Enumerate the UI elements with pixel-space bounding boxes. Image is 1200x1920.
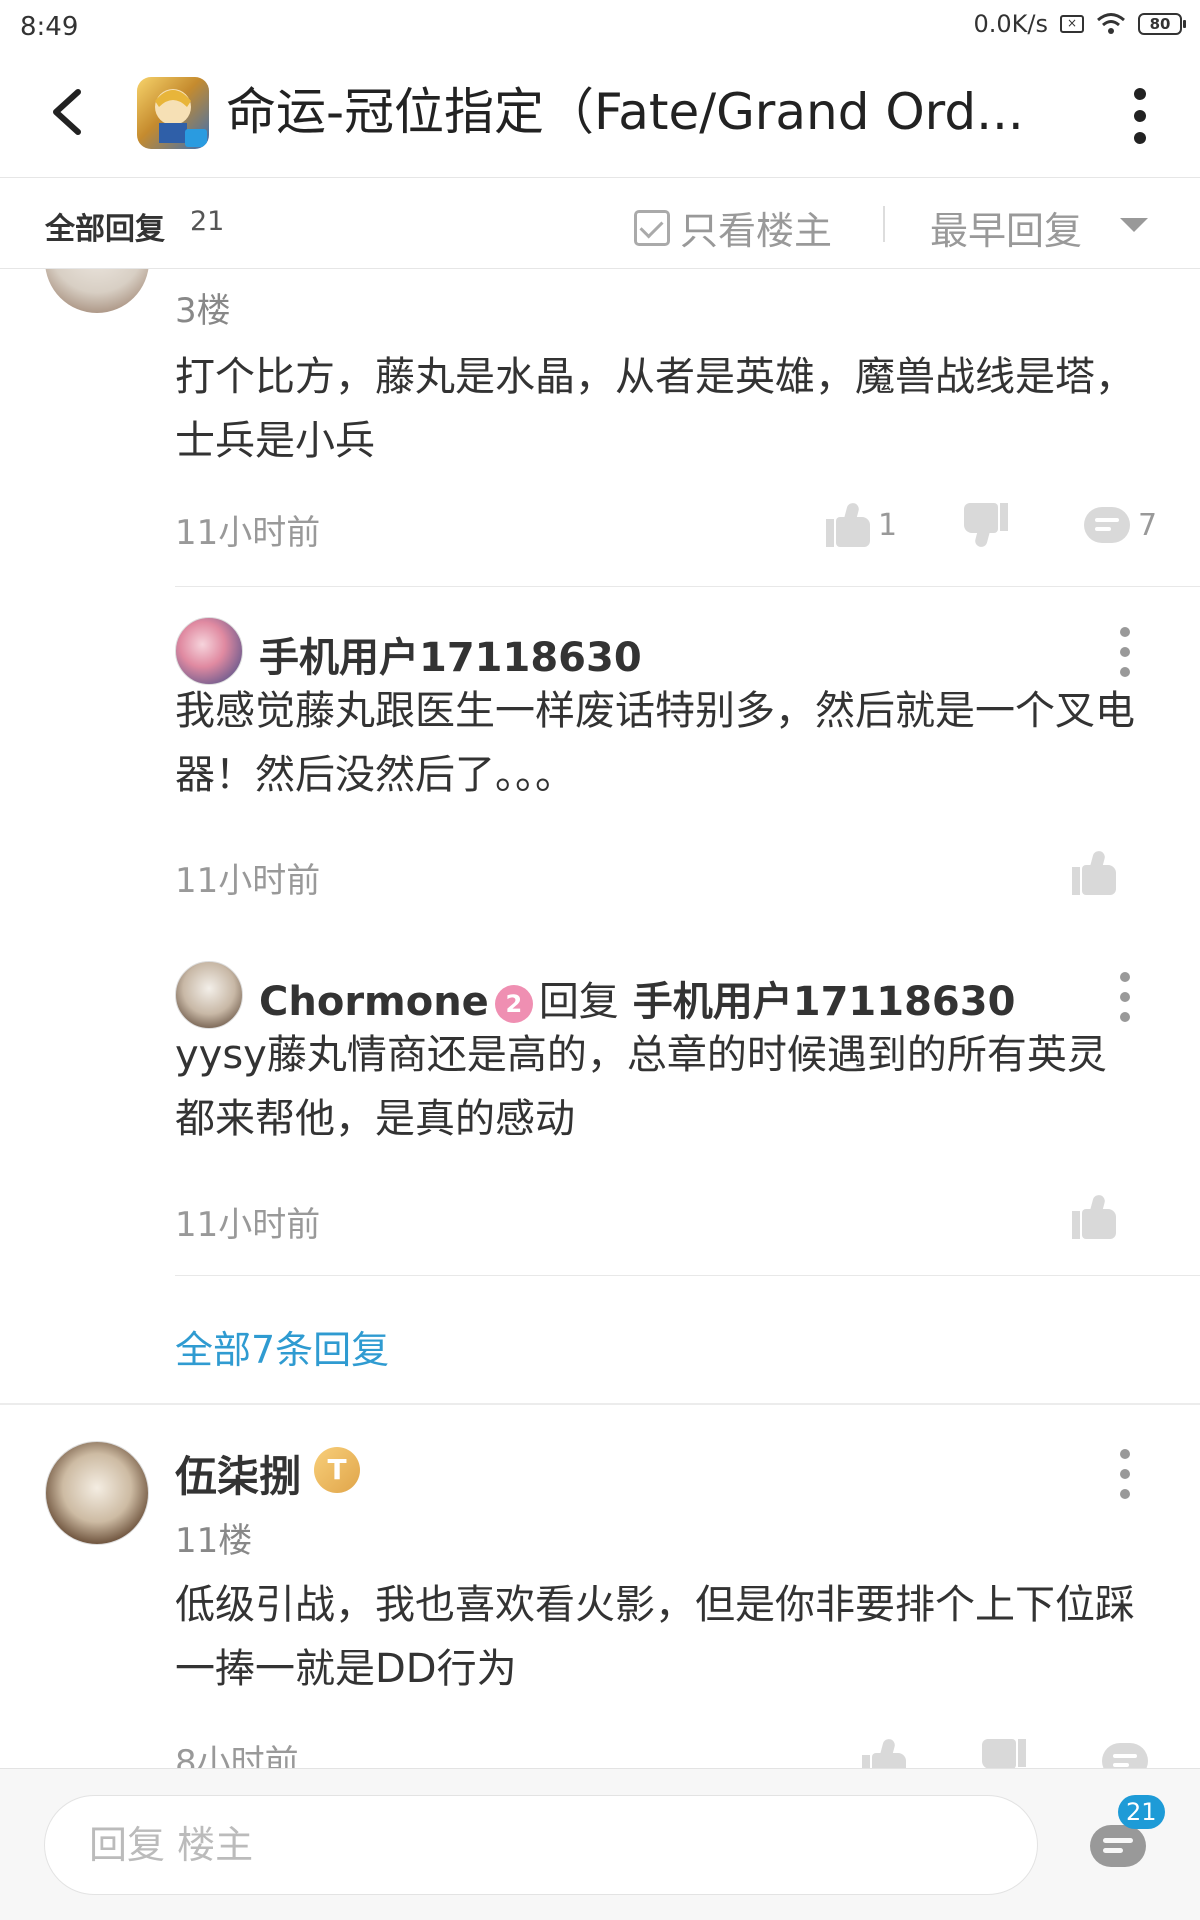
bottom-bar: 回复 楼主 21 (0, 1768, 1200, 1920)
floor-number: 3楼 (175, 291, 231, 331)
net-speed: 0.0K/s (973, 10, 1049, 38)
chevron-down-icon[interactable] (1120, 218, 1148, 232)
more-vertical-icon[interactable] (1117, 1449, 1133, 1499)
battery-icon: 80 (1138, 13, 1186, 35)
like-button[interactable]: 1 (826, 501, 898, 547)
comment-button[interactable]: 7 (1084, 507, 1157, 543)
comment-list: 3楼 打个比方，藤丸是水晶，从者是英雄，魔兽战线是塔，士兵是小兵 11小时前 1… (0, 269, 1200, 1769)
like-button[interactable] (1072, 1193, 1116, 1239)
sim-card-icon: × (1060, 15, 1084, 33)
back-arrow-icon[interactable] (40, 82, 100, 142)
comment-time: 11小时前 (175, 513, 321, 553)
username[interactable]: 伍柒捌 (175, 1443, 301, 1504)
reply-username[interactable]: 手机用户17118630 (259, 625, 642, 683)
page-title: 命运-冠位指定（Fate/Grand Ord... (226, 83, 1024, 141)
top-bar: 命运-冠位指定（Fate/Grand Ord... (0, 52, 1200, 177)
all-replies-link[interactable]: 全部7条回复 (175, 1319, 389, 1374)
reply-username[interactable]: Chormone (259, 979, 489, 1025)
dislike-button[interactable] (964, 503, 1008, 549)
app-icon (137, 77, 209, 149)
reply-header: Chormone 2 回复 手机用户17118630 (259, 969, 1015, 1027)
thumbs-up-icon (1072, 849, 1116, 895)
avatar[interactable] (45, 1441, 149, 1545)
status-time: 8:49 (20, 12, 79, 42)
thumbs-up-icon (826, 501, 870, 547)
thumbs-up-icon (862, 1737, 906, 1769)
reply-input[interactable]: 回复 楼主 (44, 1795, 1038, 1895)
all-replies-tab[interactable]: 全部回复 (45, 204, 165, 248)
status-right: 0.0K/s × 80 (973, 10, 1186, 38)
status-bar: 8:49 0.0K/s × 80 (0, 0, 1200, 52)
like-button[interactable] (862, 1737, 906, 1769)
comment-button[interactable] (1102, 1743, 1148, 1769)
only-op-toggle[interactable]: 只看楼主 (634, 200, 832, 255)
more-vertical-icon[interactable] (1117, 972, 1133, 1022)
like-button[interactable] (1072, 849, 1116, 895)
comment-bubble-icon (1102, 1743, 1148, 1769)
divider (883, 206, 885, 242)
filter-bar: 全部回复 21 只看楼主 最早回复 (0, 177, 1200, 269)
avatar[interactable] (175, 617, 243, 685)
comment-bubble-icon (1084, 507, 1130, 543)
wifi-icon (1097, 13, 1125, 34)
level-badge: 2 (494, 985, 533, 1023)
reply-text: 我感觉藤丸跟医生一样废话特别多，然后就是一个叉电器！然后没然后了。。。 (175, 688, 1135, 798)
reply-time: 11小时前 (175, 1205, 321, 1245)
more-vertical-icon[interactable] (1130, 88, 1150, 144)
reply-text: yysy藤丸情商还是高的，总章的时候遇到的所有英灵都来帮他，是真的感动 (175, 1032, 1107, 1142)
checkbox-icon[interactable] (634, 209, 670, 246)
thumbs-down-icon (964, 503, 1008, 549)
divider (175, 586, 1200, 587)
like-count: 1 (878, 507, 898, 543)
only-op-label: 只看楼主 (680, 209, 833, 253)
comment-time: 8小时前 (175, 1743, 299, 1769)
comment-text: 低级引战，我也喜欢看火影，但是你非要排个上下位踩一捧一就是DD行为 (175, 1582, 1135, 1692)
thumbs-down-icon (982, 1739, 1026, 1769)
avatar[interactable] (45, 269, 149, 313)
divider (175, 1275, 1200, 1276)
all-replies-count: 21 (190, 206, 225, 237)
avatar[interactable] (175, 961, 243, 1029)
user-badge: T (314, 1447, 360, 1493)
comment-count: 7 (1138, 507, 1158, 543)
sort-dropdown[interactable]: 最早回复 (930, 200, 1082, 255)
reply-target[interactable]: 手机用户17118630 (633, 979, 1016, 1025)
thumbs-up-icon (1072, 1193, 1116, 1239)
comments-count-badge: 21 (1118, 1795, 1165, 1829)
reply-time: 11小时前 (175, 861, 321, 901)
section-divider (0, 1403, 1200, 1405)
floor-number: 11楼 (175, 1521, 253, 1561)
dislike-button[interactable] (982, 1739, 1026, 1769)
reply-word: 回复 (538, 979, 619, 1025)
app-badge (185, 129, 207, 147)
more-vertical-icon[interactable] (1117, 627, 1133, 677)
comment-text: 打个比方，藤丸是水晶，从者是英雄，魔兽战线是塔，士兵是小兵 (175, 354, 1135, 464)
